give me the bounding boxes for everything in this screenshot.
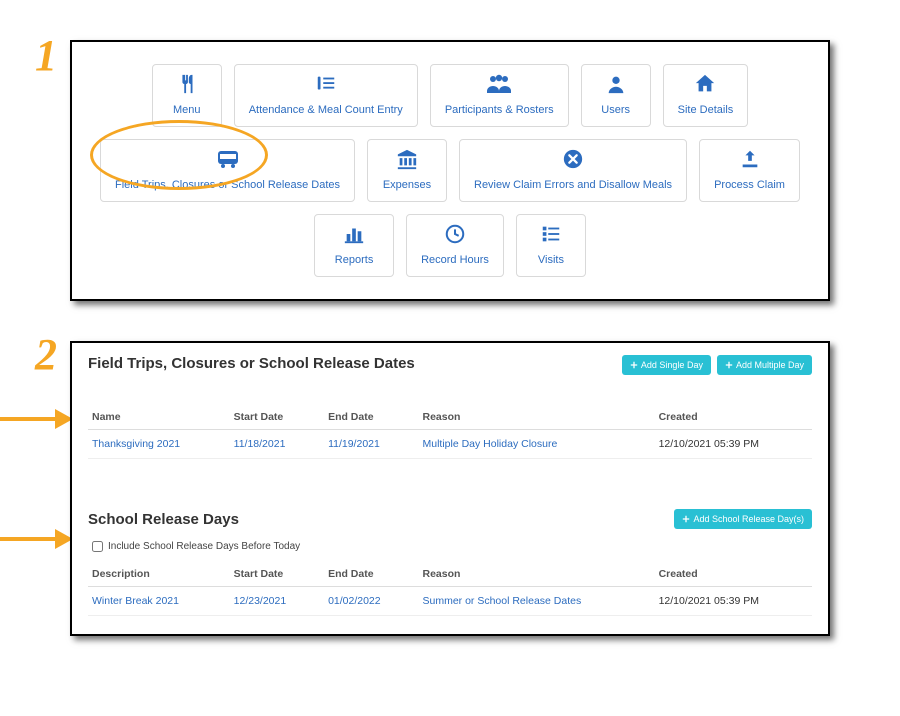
table-row[interactable]: Thanksgiving 2021 11/18/2021 11/19/2021 … [88, 430, 812, 459]
plus-icon [725, 361, 733, 369]
field-trips-panel: Field Trips, Closures or School Release … [70, 341, 830, 636]
col-reason: Reason [418, 562, 654, 587]
bus-icon [215, 148, 241, 175]
col-desc: Description [88, 562, 230, 587]
cell-name[interactable]: Thanksgiving 2021 [88, 430, 230, 459]
col-start: Start Date [230, 562, 324, 587]
step-2-number: 2 [35, 329, 57, 380]
school-release-table: Description Start Date End Date Reason C… [88, 562, 812, 616]
col-start: Start Date [230, 405, 324, 430]
cell-reason[interactable]: Multiple Day Holiday Closure [418, 430, 654, 459]
col-end: End Date [324, 405, 418, 430]
tile-label: Menu [173, 104, 201, 116]
panel-title: Field Trips, Closures or School Release … [88, 355, 415, 372]
col-end: End Date [324, 562, 418, 587]
col-created: Created [655, 405, 812, 430]
cell-start[interactable]: 12/23/2021 [230, 587, 324, 616]
tile-menu[interactable]: Menu [152, 64, 222, 127]
tile-label: Record Hours [421, 254, 489, 266]
tile-label: Visits [538, 254, 564, 266]
step-1-number: 1 [35, 30, 57, 81]
tile-label: Reports [335, 254, 374, 266]
tile-expenses[interactable]: Expenses [367, 139, 447, 202]
bank-icon [395, 148, 419, 175]
tile-attendance[interactable]: Attendance & Meal Count Entry [234, 64, 418, 127]
clock-icon [444, 223, 466, 250]
tile-label: Review Claim Errors and Disallow Meals [474, 179, 672, 191]
tile-reports[interactable]: Reports [314, 214, 394, 277]
tile-label: Expenses [383, 179, 431, 191]
add-school-release-button[interactable]: Add School Release Day(s) [674, 509, 812, 529]
checklist-icon [540, 223, 562, 250]
tile-label: Users [601, 104, 630, 116]
dashboard-tile-panel: Menu Attendance & Meal Count Entry Parti… [70, 40, 830, 301]
col-created: Created [655, 562, 812, 587]
utensils-icon [176, 73, 198, 100]
tile-record-hours[interactable]: Record Hours [406, 214, 504, 277]
bar-chart-icon [343, 223, 365, 250]
add-multiple-day-button[interactable]: Add Multiple Day [717, 355, 812, 375]
button-label: Add Single Day [641, 360, 703, 370]
user-icon [605, 73, 627, 100]
tile-users[interactable]: Users [581, 64, 651, 127]
include-before-today-checkbox[interactable] [92, 541, 103, 552]
tile-field-trips[interactable]: Field Trips, Closures or School Release … [100, 139, 355, 202]
cell-created: 12/10/2021 05:39 PM [655, 587, 812, 616]
people-icon [485, 73, 513, 100]
error-icon [562, 148, 584, 175]
tile-participants[interactable]: Participants & Rosters [430, 64, 569, 127]
plus-icon [630, 361, 638, 369]
add-single-day-button[interactable]: Add Single Day [622, 355, 711, 375]
cell-start[interactable]: 11/18/2021 [230, 430, 324, 459]
cell-created: 12/10/2021 05:39 PM [655, 430, 812, 459]
button-label: Add School Release Day(s) [693, 514, 804, 524]
home-icon [693, 73, 717, 100]
col-name: Name [88, 405, 230, 430]
cell-end[interactable]: 11/19/2021 [324, 430, 418, 459]
closures-table: Name Start Date End Date Reason Created … [88, 405, 812, 459]
checkbox-label: Include School Release Days Before Today [108, 541, 300, 552]
upload-icon [739, 148, 761, 175]
plus-icon [682, 515, 690, 523]
tile-label: Participants & Rosters [445, 104, 554, 116]
tile-review-errors[interactable]: Review Claim Errors and Disallow Meals [459, 139, 687, 202]
button-label: Add Multiple Day [736, 360, 804, 370]
cell-reason[interactable]: Summer or School Release Dates [418, 587, 654, 616]
tile-process-claim[interactable]: Process Claim [699, 139, 800, 202]
col-reason: Reason [418, 405, 654, 430]
tile-label: Site Details [678, 104, 734, 116]
table-row[interactable]: Winter Break 2021 12/23/2021 01/02/2022 … [88, 587, 812, 616]
tile-label: Field Trips, Closures or School Release … [115, 179, 340, 191]
tile-site-details[interactable]: Site Details [663, 64, 749, 127]
tile-visits[interactable]: Visits [516, 214, 586, 277]
cell-end[interactable]: 01/02/2022 [324, 587, 418, 616]
tile-label: Process Claim [714, 179, 785, 191]
tile-label: Attendance & Meal Count Entry [249, 104, 403, 116]
list-icon [314, 73, 338, 100]
cell-desc[interactable]: Winter Break 2021 [88, 587, 230, 616]
school-release-title: School Release Days [88, 511, 239, 528]
